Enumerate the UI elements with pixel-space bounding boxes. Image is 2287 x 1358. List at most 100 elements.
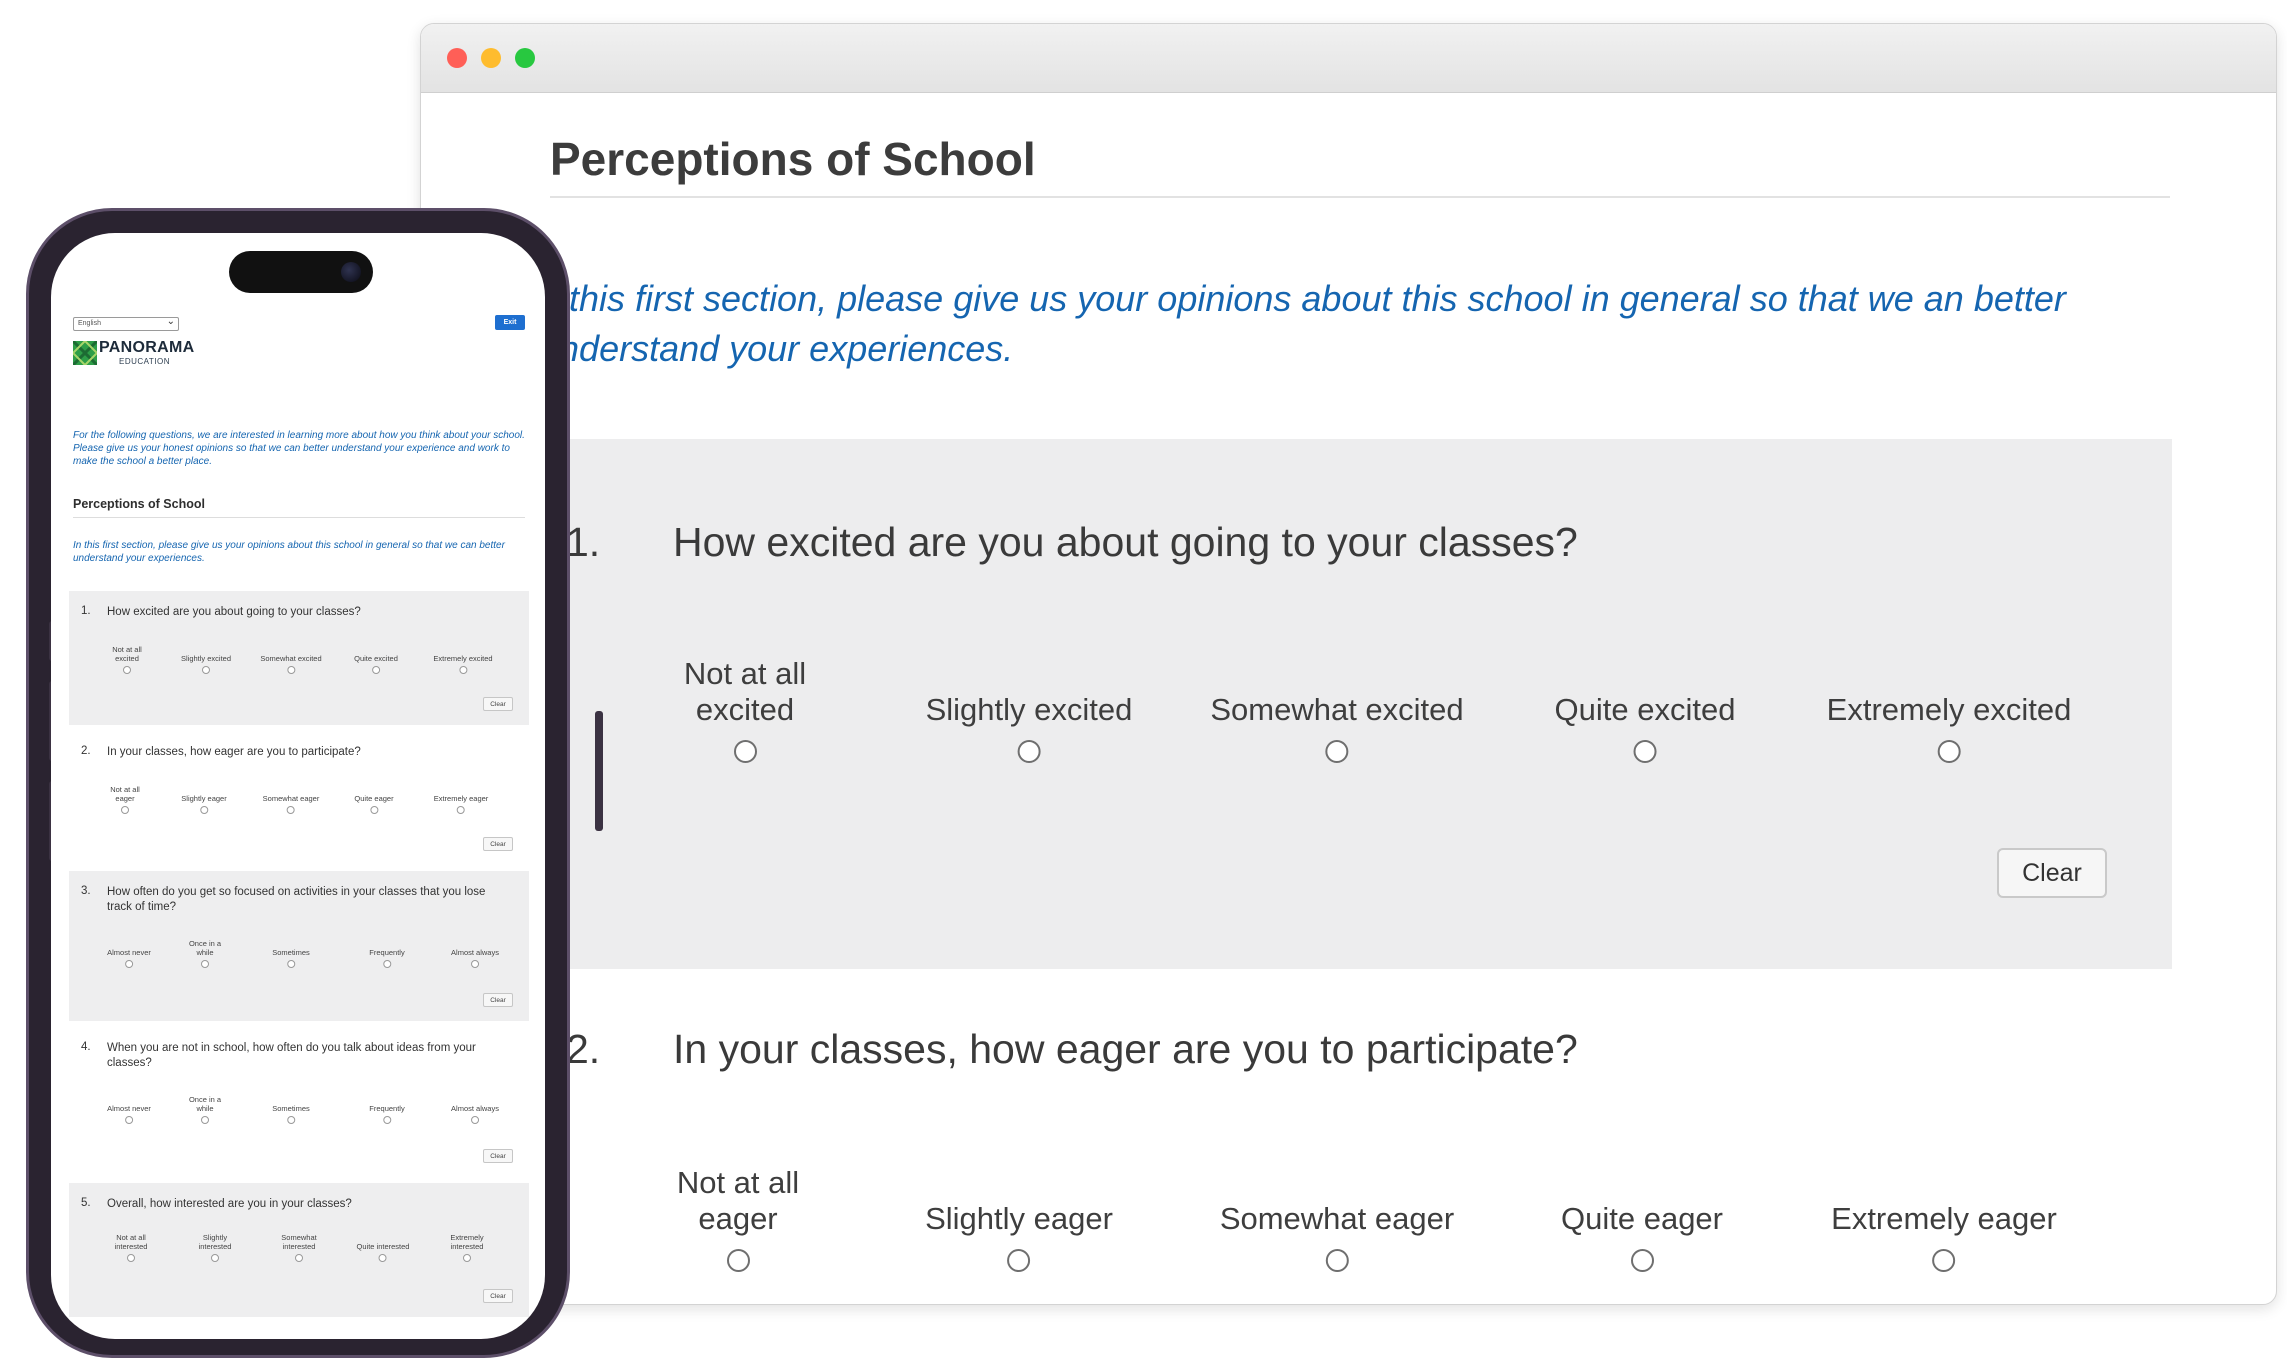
radio-button[interactable] [125, 1116, 133, 1124]
option-extremely-excited[interactable]: Extremely excited [1826, 656, 2072, 763]
option-label: Almost never [107, 1104, 151, 1113]
radio-button[interactable] [1937, 740, 1961, 763]
option[interactable]: Slightly interested [191, 1231, 239, 1262]
language-select[interactable]: English ⌄ [73, 316, 179, 331]
question-text: When you are not in school, how often do… [107, 1042, 476, 1069]
language-select-value: English [78, 320, 101, 327]
option-not-at-all-eager[interactable]: Not at all eager [658, 1165, 818, 1272]
option[interactable]: Extremely excited [433, 643, 493, 674]
radio-button[interactable] [459, 666, 467, 674]
radio-button[interactable] [121, 806, 129, 814]
option[interactable]: Quite interested [357, 1231, 409, 1262]
radio-button[interactable] [1633, 740, 1657, 763]
option[interactable]: Sometimes [272, 1093, 310, 1124]
radio-button[interactable] [201, 960, 209, 968]
radio-button[interactable] [1932, 1249, 1956, 1272]
option-label: Quite excited [354, 654, 398, 663]
radio-button[interactable] [471, 1116, 479, 1124]
option[interactable]: Quite excited [354, 643, 398, 674]
section-intro: n this first section, please give us you… [539, 278, 2066, 369]
option-not-at-all-excited[interactable]: Not at all excited [665, 656, 825, 763]
option[interactable]: Slightly excited [181, 643, 231, 674]
clear-button[interactable]: Clear [1997, 848, 2107, 898]
clear-button[interactable]: Clear [483, 837, 513, 851]
radio-button[interactable] [463, 1254, 471, 1262]
option-label: Frequently [369, 948, 405, 957]
exit-button[interactable]: Exit [495, 315, 525, 330]
clear-button[interactable]: Clear [483, 993, 513, 1007]
radio-button[interactable] [383, 1116, 391, 1124]
page-title: Perceptions of School [550, 133, 1036, 185]
option[interactable]: Not at all excited [104, 643, 150, 674]
option-label: Quite eager [354, 794, 394, 803]
option[interactable]: Sometimes [272, 937, 310, 968]
option[interactable]: Almost always [451, 1093, 499, 1124]
option-slightly-excited[interactable]: Slightly excited [926, 656, 1132, 763]
radio-button[interactable] [199, 806, 208, 814]
minimize-window-button[interactable] [481, 48, 501, 68]
radio-button[interactable] [471, 960, 479, 968]
option[interactable]: Somewhat excited [260, 643, 322, 674]
radio-button[interactable] [125, 960, 133, 968]
radio-button[interactable] [726, 1249, 750, 1272]
option[interactable]: Not at all eager [102, 783, 148, 814]
panorama-logo-icon [73, 341, 97, 365]
option[interactable]: Frequently [369, 937, 405, 968]
option-label: Not at all excited [112, 645, 142, 663]
radio-button[interactable] [286, 806, 295, 814]
option[interactable]: Once in a while [185, 937, 225, 968]
option[interactable]: Almost never [107, 937, 151, 968]
option[interactable]: Somewhat eager [263, 783, 319, 814]
radio-button[interactable] [733, 740, 757, 763]
option-extremely-eager[interactable]: Extremely eager [1831, 1165, 2057, 1272]
radio-button[interactable] [1017, 740, 1041, 763]
radio-button[interactable] [286, 1116, 295, 1124]
maximize-window-button[interactable] [515, 48, 535, 68]
option-label: Slightly excited [180, 654, 232, 663]
option-quite-excited[interactable]: Quite excited [1555, 656, 1735, 763]
option-slightly-eager[interactable]: Slightly eager [925, 1165, 1113, 1272]
option-somewhat-excited[interactable]: Somewhat excited [1210, 656, 1464, 763]
option[interactable]: Somewhat interested [273, 1231, 325, 1262]
radio-button[interactable] [378, 1254, 387, 1262]
option[interactable]: Slightly eager [181, 783, 227, 814]
clear-button[interactable]: Clear [483, 1149, 513, 1163]
radio-button[interactable] [1325, 740, 1349, 763]
option[interactable]: Quite eager [354, 783, 394, 814]
close-window-button[interactable] [447, 48, 467, 68]
option[interactable]: Almost never [107, 1093, 151, 1124]
option[interactable]: Once in a while [185, 1093, 225, 1124]
radio-button[interactable] [127, 1254, 135, 1262]
radio-button[interactable] [201, 1116, 209, 1124]
option[interactable]: Extremely eager [434, 783, 488, 814]
radio-button[interactable] [211, 1254, 219, 1262]
question-text: How excited are you about going to your … [107, 606, 361, 618]
section-intro: In this first section, please give us yo… [73, 540, 505, 564]
clear-button[interactable]: Clear [483, 697, 513, 711]
radio-button[interactable] [1630, 1249, 1654, 1272]
radio-button[interactable] [1007, 1249, 1031, 1272]
radio-button[interactable] [456, 806, 465, 814]
option-quite-eager[interactable]: Quite eager [1561, 1165, 1723, 1272]
radio-button[interactable] [369, 806, 378, 814]
option-somewhat-eager[interactable]: Somewhat eager [1220, 1165, 1454, 1272]
radio-button[interactable] [286, 960, 295, 968]
option[interactable]: Extremely interested [441, 1231, 493, 1262]
option[interactable]: Frequently [369, 1093, 405, 1124]
radio-button[interactable] [286, 666, 295, 674]
radio-button[interactable] [1325, 1249, 1349, 1272]
radio-button[interactable] [383, 960, 391, 968]
option-label: Extremely excited [1826, 692, 2072, 727]
clear-button[interactable]: Clear [483, 1289, 513, 1303]
camera-icon [341, 262, 361, 282]
option-label: Extremely interested [450, 1233, 484, 1251]
option-label: Not at all excited [683, 656, 807, 727]
radio-button[interactable] [123, 666, 131, 674]
radio-button[interactable] [295, 1254, 303, 1262]
question-number: 5. [81, 1197, 91, 1209]
option[interactable]: Almost always [451, 937, 499, 968]
option-label: Sometimes [272, 1104, 310, 1113]
radio-button[interactable] [202, 666, 210, 674]
radio-button[interactable] [372, 666, 380, 674]
option[interactable]: Not at all interested [107, 1231, 155, 1262]
